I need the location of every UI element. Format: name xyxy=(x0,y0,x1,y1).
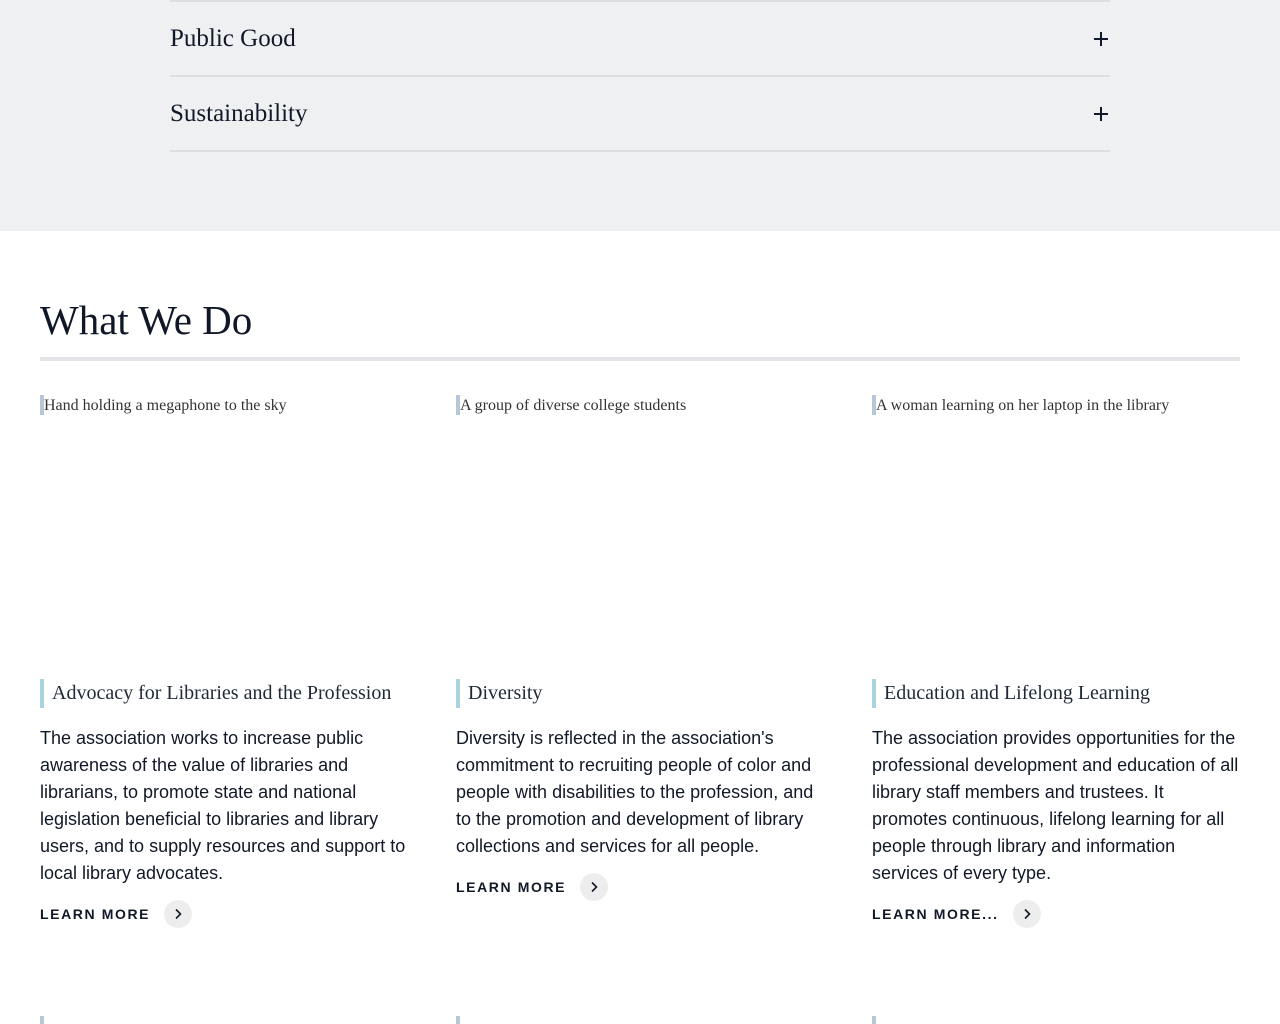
chevron-right-icon[interactable] xyxy=(164,900,193,928)
accordion-item-label: Sustainability xyxy=(170,99,308,127)
accordion-item-label: Public Good xyxy=(170,24,296,52)
plus-icon[interactable] xyxy=(1094,31,1108,46)
card-heading: Advocacy for Libraries and the Professio… xyxy=(40,679,408,708)
broken-image-icon xyxy=(872,1016,876,1024)
card-image: A group of diverse college students xyxy=(456,395,824,655)
card-image: A woman learning on her laptop in the li… xyxy=(872,395,1240,655)
learn-more-link[interactable]: LEARN MORE... xyxy=(872,899,1240,929)
section-title: What We Do xyxy=(40,297,253,343)
card-image: Hand holding a megaphone to the sky xyxy=(40,395,408,655)
image-alt-text: A group of diverse college students xyxy=(460,397,687,414)
card-advocacy: Hand holding a megaphone to the sky Advo… xyxy=(40,395,408,929)
card-diversity: A group of diverse college students Dive… xyxy=(456,395,824,902)
card-education: A woman learning on her laptop in the li… xyxy=(872,395,1240,929)
image-alt-text: A woman learning on her laptop in the li… xyxy=(876,397,1170,414)
accordion-section: Public Good Sustainability xyxy=(0,0,1280,231)
card-image-next-row xyxy=(40,1016,44,1024)
chevron-right-icon[interactable] xyxy=(1012,900,1041,928)
card-description: The association works to increase public… xyxy=(40,728,406,883)
learn-more-link[interactable]: LEARN MORE xyxy=(40,899,408,929)
chevron-right-icon[interactable] xyxy=(580,873,609,901)
card-description: Diversity is reflected in the associatio… xyxy=(456,728,814,856)
learn-more-link[interactable]: LEARN MORE xyxy=(456,872,824,902)
accordion-item-public-good[interactable]: Public Good xyxy=(170,2,1110,77)
learn-more-label[interactable]: LEARN MORE... xyxy=(872,906,999,922)
image-alt-text: Hand holding a megaphone to the sky xyxy=(44,397,287,414)
card-heading: Diversity xyxy=(456,679,824,708)
broken-image-icon xyxy=(456,1016,460,1024)
plus-icon[interactable] xyxy=(1094,106,1108,121)
card-description: The association provides opportunities f… xyxy=(872,728,1239,883)
card-image-next-row xyxy=(872,1016,876,1024)
accordion-item-sustainability[interactable]: Sustainability xyxy=(170,77,1110,152)
section-divider xyxy=(40,357,1240,361)
card-image-next-row xyxy=(456,1016,460,1024)
card-heading: Education and Lifelong Learning xyxy=(872,679,1240,708)
broken-image-icon xyxy=(40,1016,44,1024)
learn-more-label[interactable]: LEARN MORE xyxy=(456,879,566,895)
learn-more-label[interactable]: LEARN MORE xyxy=(40,906,150,922)
